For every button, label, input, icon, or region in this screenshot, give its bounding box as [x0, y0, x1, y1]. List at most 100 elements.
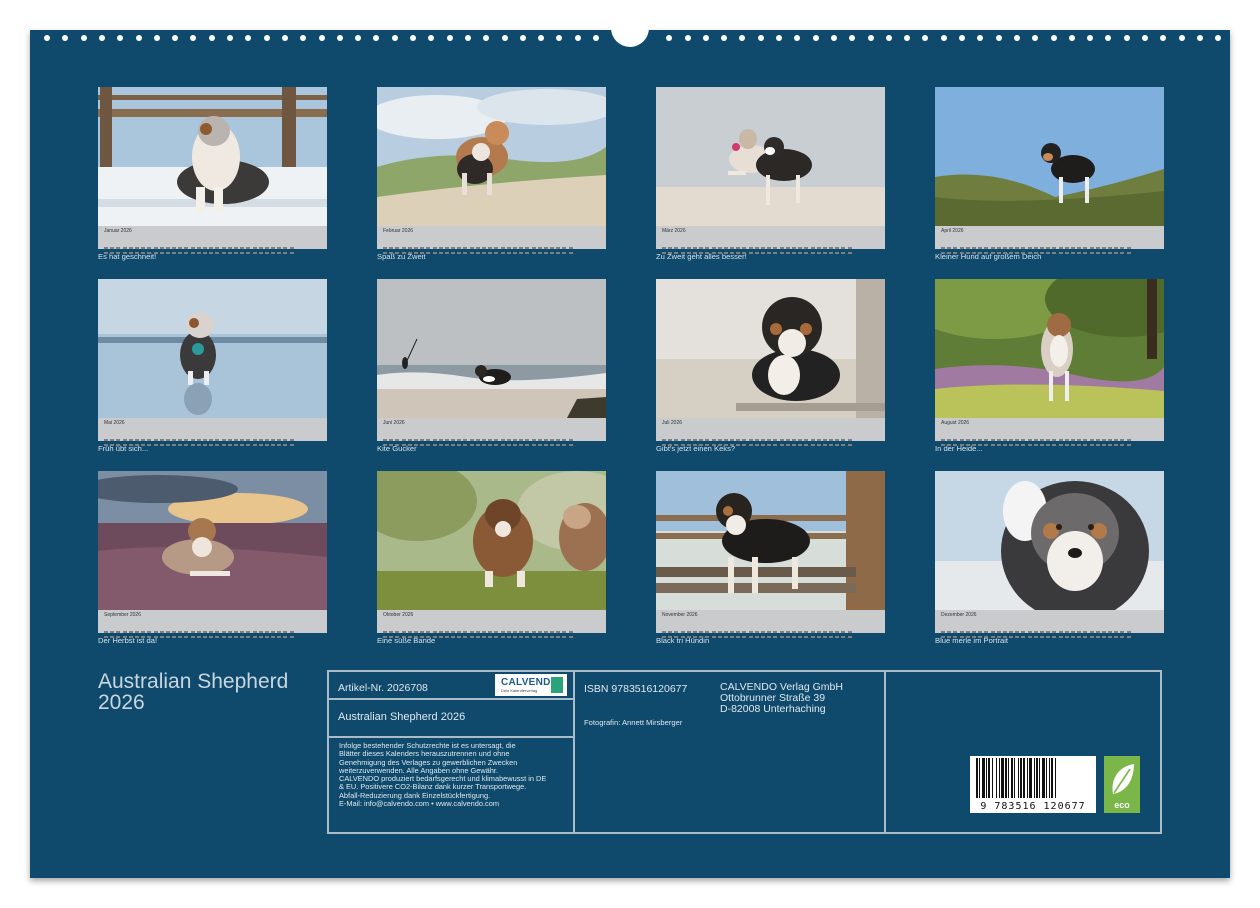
day-mark — [971, 444, 976, 446]
day-mark — [1077, 439, 1082, 441]
day-mark — [233, 636, 238, 638]
day-mark — [847, 252, 852, 254]
day-mark — [184, 247, 189, 249]
day-mark — [556, 252, 561, 254]
binding-hole — [1142, 35, 1148, 41]
day-mark — [1052, 631, 1057, 633]
day-mark — [519, 252, 524, 254]
day-mark — [1114, 636, 1119, 638]
month-label: Mai 2026 — [104, 420, 125, 426]
day-mark — [190, 444, 195, 446]
day-mark — [978, 444, 983, 446]
day-mark — [227, 444, 232, 446]
day-mark — [494, 631, 499, 633]
day-mark — [711, 247, 716, 249]
day-mark — [444, 247, 449, 249]
day-mark — [1009, 631, 1014, 633]
day-mark — [420, 252, 425, 254]
day-mark — [227, 439, 232, 441]
day-mark — [1114, 444, 1119, 446]
day-mark — [407, 252, 412, 254]
barcode-bar — [999, 758, 1000, 798]
day-mark — [736, 631, 741, 633]
day-mark — [692, 252, 697, 254]
day-mark — [1064, 636, 1069, 638]
day-mark — [543, 252, 548, 254]
day-mark — [1021, 631, 1026, 633]
day-mark — [395, 444, 400, 446]
day-mark — [1046, 444, 1051, 446]
day-mark — [482, 636, 486, 638]
day-mark — [835, 636, 840, 638]
day-mark — [568, 439, 573, 441]
day-mark — [178, 247, 183, 249]
day-mark — [662, 631, 666, 633]
day-mark — [798, 247, 803, 249]
day-mark — [283, 439, 288, 441]
day-mark — [500, 636, 505, 638]
product-title: Australian Shepherd 2026 — [338, 711, 466, 723]
day-mark — [1009, 439, 1014, 441]
day-mark — [699, 252, 704, 254]
day-mark — [829, 439, 834, 441]
day-mark — [184, 252, 189, 254]
day-mark — [165, 439, 170, 441]
day-mark — [705, 444, 710, 446]
barcode-bar — [1023, 758, 1025, 798]
day-mark — [562, 439, 567, 441]
day-mark — [568, 636, 573, 638]
day-mark — [835, 252, 840, 254]
day-mark — [1070, 252, 1075, 254]
day-mark — [252, 636, 257, 638]
eco-label: eco — [1114, 800, 1130, 810]
day-mark — [692, 631, 697, 633]
day-mark — [407, 247, 412, 249]
day-mark — [1021, 636, 1026, 638]
day-mark — [537, 636, 542, 638]
photo-pier-dog — [656, 471, 885, 610]
day-mark — [1089, 631, 1094, 633]
day-mark — [674, 444, 679, 446]
day-mark — [457, 444, 462, 446]
day-mark — [525, 439, 530, 441]
day-mark — [1027, 444, 1032, 446]
day-mark — [742, 631, 747, 633]
day-mark — [804, 631, 809, 633]
day-mark — [184, 439, 189, 441]
day-mark — [172, 444, 177, 446]
day-mark — [264, 631, 269, 633]
day-mark — [1021, 247, 1026, 249]
day-mark — [730, 439, 735, 441]
binding-hole — [1178, 35, 1185, 41]
day-mark — [178, 636, 183, 638]
day-mark — [147, 444, 152, 446]
day-mark — [271, 252, 276, 254]
day-mark — [978, 439, 983, 441]
day-mark — [804, 252, 809, 254]
day-mark — [1033, 636, 1038, 638]
day-mark — [556, 631, 561, 633]
day-mark — [965, 636, 970, 638]
day-mark — [401, 636, 406, 638]
day-mark — [736, 636, 741, 638]
day-mark — [246, 636, 251, 638]
barcode-bar — [1014, 758, 1015, 798]
day-mark — [748, 247, 753, 249]
day-mark — [395, 631, 400, 633]
barcode-bar — [1049, 758, 1050, 798]
day-mark — [227, 636, 232, 638]
day-mark — [754, 252, 759, 254]
day-mark — [104, 439, 108, 441]
day-mark — [562, 247, 567, 249]
leaf-icon — [1112, 764, 1134, 794]
day-mark — [469, 252, 474, 254]
photo-puppies-grass — [377, 471, 606, 610]
day-mark — [1002, 252, 1007, 254]
day-mark — [1120, 636, 1125, 638]
day-mark — [723, 247, 728, 249]
day-mark — [104, 252, 108, 254]
day-mark — [1052, 444, 1057, 446]
day-mark — [959, 636, 964, 638]
day-mark — [172, 439, 177, 441]
day-mark — [816, 444, 821, 446]
